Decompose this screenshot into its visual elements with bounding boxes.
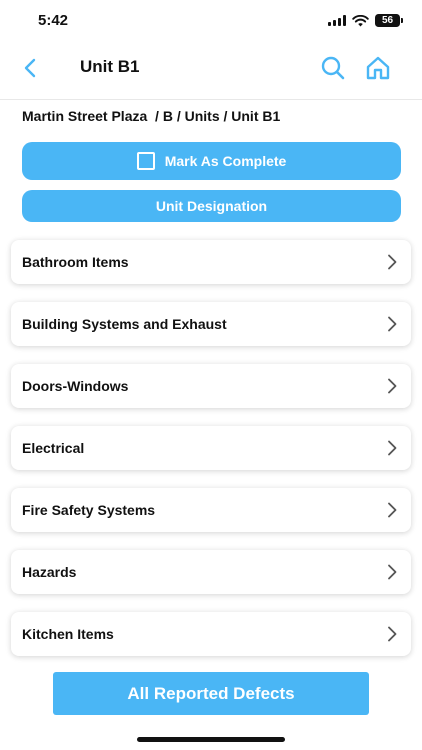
- category-kitchen-items[interactable]: Kitchen Items: [11, 612, 411, 656]
- home-indicator: [137, 737, 285, 742]
- search-icon: [321, 56, 345, 80]
- unit-designation-button[interactable]: Unit Designation: [22, 190, 401, 222]
- category-bathroom-items[interactable]: Bathroom Items: [11, 240, 411, 284]
- search-button[interactable]: [318, 53, 348, 83]
- category-doors-windows[interactable]: Doors-Windows: [11, 364, 411, 408]
- chevron-left-icon: [24, 58, 36, 78]
- category-electrical[interactable]: Electrical: [11, 426, 411, 470]
- category-label: Doors-Windows: [22, 378, 129, 394]
- category-label: Fire Safety Systems: [22, 502, 156, 518]
- category-hazards[interactable]: Hazards: [11, 550, 411, 594]
- home-icon: [366, 56, 390, 80]
- chevron-right-icon: [388, 626, 397, 642]
- complete-checkbox[interactable]: [136, 152, 155, 170]
- category-building-systems[interactable]: Building Systems and Exhaust: [11, 302, 411, 346]
- back-button[interactable]: [16, 54, 44, 82]
- mark-complete-label: Mark As Complete: [164, 153, 287, 169]
- chevron-right-icon: [388, 564, 397, 580]
- chevron-right-icon: [388, 502, 397, 518]
- chevron-right-icon: [388, 440, 397, 456]
- category-label: Bathroom Items: [22, 254, 129, 270]
- unit-designation-label: Unit Designation: [155, 198, 268, 214]
- category-label: Electrical: [22, 440, 85, 456]
- mark-complete-button[interactable]: Mark As Complete: [22, 142, 401, 180]
- breadcrumb: Martin Street Plaza / B / Units / Unit B…: [22, 108, 281, 124]
- chevron-right-icon: [388, 254, 397, 270]
- wifi-icon: [352, 14, 369, 26]
- status-bar: 5:42 56: [0, 0, 422, 44]
- page-title: Unit B1: [80, 57, 140, 76]
- nav-divider: [0, 99, 422, 100]
- chevron-right-icon: [388, 316, 397, 332]
- all-reported-defects-label: All Reported Defects: [127, 683, 295, 703]
- category-fire-safety[interactable]: Fire Safety Systems: [11, 488, 411, 532]
- home-button[interactable]: [362, 53, 394, 83]
- category-list: Bathroom Items Building Systems and Exha…: [11, 240, 411, 674]
- category-label: Building Systems and Exhaust: [22, 316, 227, 332]
- category-label: Kitchen Items: [22, 626, 114, 642]
- chevron-right-icon: [388, 378, 397, 394]
- status-time: 5:42: [38, 12, 69, 29]
- all-reported-defects-button[interactable]: All Reported Defects: [53, 672, 369, 715]
- battery-icon: 56: [375, 14, 403, 27]
- status-icons: 56: [328, 14, 403, 27]
- category-label: Hazards: [22, 564, 77, 580]
- nav-bar: Unit B1: [0, 48, 422, 88]
- signal-icon: [328, 15, 346, 26]
- battery-level: 56: [381, 15, 394, 26]
